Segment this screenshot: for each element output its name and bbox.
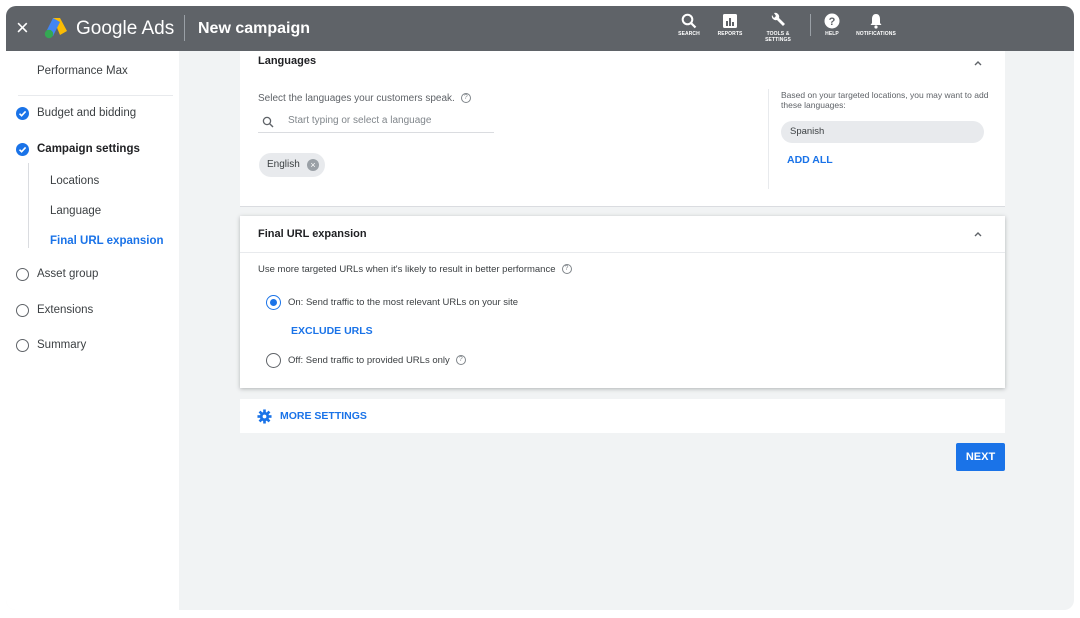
close-icon[interactable]: × — [16, 16, 29, 40]
sidebar-item-label: Performance Max — [37, 65, 128, 77]
help-circle-icon[interactable]: ? — [460, 93, 471, 104]
option-on-label: On: Send traffic to the most relevant UR… — [288, 297, 519, 308]
svg-text:?: ? — [829, 16, 836, 28]
final-url-description: Use more targeted URLs when it's likely … — [258, 264, 556, 275]
language-search-input[interactable]: Start typing or select a language — [258, 111, 494, 133]
final-url-card: Final URL expansion Use more targeted UR… — [240, 216, 1005, 388]
suggested-language-spanish[interactable]: Spanish — [781, 121, 984, 143]
chevron-up-icon[interactable] — [973, 229, 983, 239]
reports-icon — [723, 14, 737, 28]
tools-settings-tool[interactable]: TOOLS & SETTINGS — [756, 12, 800, 43]
suggested-language-label: Spanish — [790, 126, 825, 137]
sidebar-item-performance-max[interactable]: Performance Max — [37, 61, 128, 81]
sidebar-item-label: Asset group — [37, 268, 99, 280]
toolbar-divider — [810, 14, 811, 36]
reports-tool-label: REPORTS — [717, 31, 743, 37]
languages-suggest-text: Based on your targeted locations, you ma… — [781, 90, 989, 110]
search-tool[interactable]: SEARCH — [674, 12, 704, 37]
sidebar-item-label: Budget and bidding — [37, 107, 137, 119]
wrench-icon — [771, 12, 785, 26]
check-circle-icon — [16, 143, 29, 156]
notifications-tool-label: NOTIFICATIONS — [856, 31, 896, 37]
sidebar-item-asset-group[interactable]: Asset group — [37, 264, 98, 284]
google-ads-logo — [44, 18, 67, 39]
language-chip-english: English × — [259, 153, 325, 177]
radio-off[interactable] — [266, 353, 281, 368]
final-url-divider — [240, 252, 1005, 253]
header-divider — [184, 15, 185, 41]
languages-prompt-row: Select the languages your customers spea… — [258, 93, 471, 104]
next-button[interactable]: NEXT — [956, 443, 1005, 471]
more-settings-label: MORE SETTINGS — [280, 410, 367, 422]
sidebar-item-budget[interactable]: Budget and bidding — [37, 103, 136, 123]
help-tool-label: HELP — [825, 31, 839, 37]
option-off-row: Off: Send traffic to provided URLs only? — [288, 355, 466, 366]
chevron-up-icon[interactable] — [973, 58, 983, 68]
sidebar-item-locations[interactable]: Locations — [50, 171, 99, 191]
sidebar-item-extensions[interactable]: Extensions — [37, 300, 93, 320]
gear-icon — [257, 409, 272, 424]
language-search-placeholder: Start typing or select a language — [288, 115, 432, 126]
languages-card: Languages Select the languages your cust… — [240, 51, 1005, 207]
sidebar-item-label: Extensions — [37, 304, 94, 316]
empty-circle-icon — [16, 268, 29, 281]
add-all-button[interactable]: ADD ALL — [787, 154, 833, 166]
help-circle-icon[interactable]: ? — [561, 264, 572, 275]
sidebar-item-summary[interactable]: Summary — [37, 335, 86, 355]
help-circle-icon[interactable]: ? — [455, 355, 466, 366]
radio-on[interactable] — [266, 295, 281, 310]
exclude-urls-button[interactable]: EXCLUDE URLS — [291, 325, 373, 337]
option-off-label: Off: Send traffic to provided URLs only — [288, 355, 450, 366]
sidebar-subrail — [28, 163, 29, 248]
search-tool-label: SEARCH — [678, 31, 700, 37]
brand-name: Google Ads — [76, 18, 175, 39]
languages-divider — [768, 89, 769, 189]
app-frame: × Google Ads New campaign SEARCH REPORTS — [6, 6, 1074, 610]
sidebar-item-final-url-expansion[interactable]: Final URL expansion — [50, 231, 164, 251]
language-chip-label: English — [267, 159, 300, 170]
languages-prompt: Select the languages your customers spea… — [258, 93, 455, 104]
remove-chip-icon[interactable]: × — [307, 159, 319, 171]
sidebar-item-label: Language — [50, 205, 102, 217]
languages-title: Languages — [258, 55, 317, 67]
sidebar-item-label: Locations — [50, 175, 100, 187]
check-circle-icon — [16, 107, 29, 120]
top-bar: × Google Ads New campaign SEARCH REPORTS — [6, 6, 1074, 51]
sidebar: Performance Max Budget and bidding Campa… — [6, 51, 179, 610]
help-tool[interactable]: ? HELP — [820, 12, 844, 37]
empty-circle-icon — [16, 339, 29, 352]
sidebar-item-label: Final URL expansion — [50, 235, 164, 247]
sidebar-item-label: Summary — [37, 339, 87, 351]
empty-circle-icon — [16, 304, 29, 317]
sidebar-item-campaign-settings[interactable]: Campaign settings — [37, 139, 140, 159]
sidebar-item-label: Campaign settings — [37, 143, 140, 155]
notifications-tool[interactable]: NOTIFICATIONS — [851, 12, 901, 37]
final-url-description-row: Use more targeted URLs when it's likely … — [258, 264, 572, 275]
search-icon — [681, 13, 697, 29]
page-title: New campaign — [198, 20, 311, 37]
final-url-title: Final URL expansion — [258, 228, 367, 240]
tools-settings-label-2: SETTINGS — [765, 37, 791, 43]
bell-icon — [870, 14, 882, 29]
search-icon — [262, 116, 274, 128]
more-settings-bar[interactable]: MORE SETTINGS — [240, 399, 1005, 433]
help-icon: ? — [824, 13, 840, 29]
reports-tool[interactable]: REPORTS — [713, 12, 747, 37]
sidebar-item-language[interactable]: Language — [50, 201, 101, 221]
sidebar-divider — [18, 95, 173, 96]
